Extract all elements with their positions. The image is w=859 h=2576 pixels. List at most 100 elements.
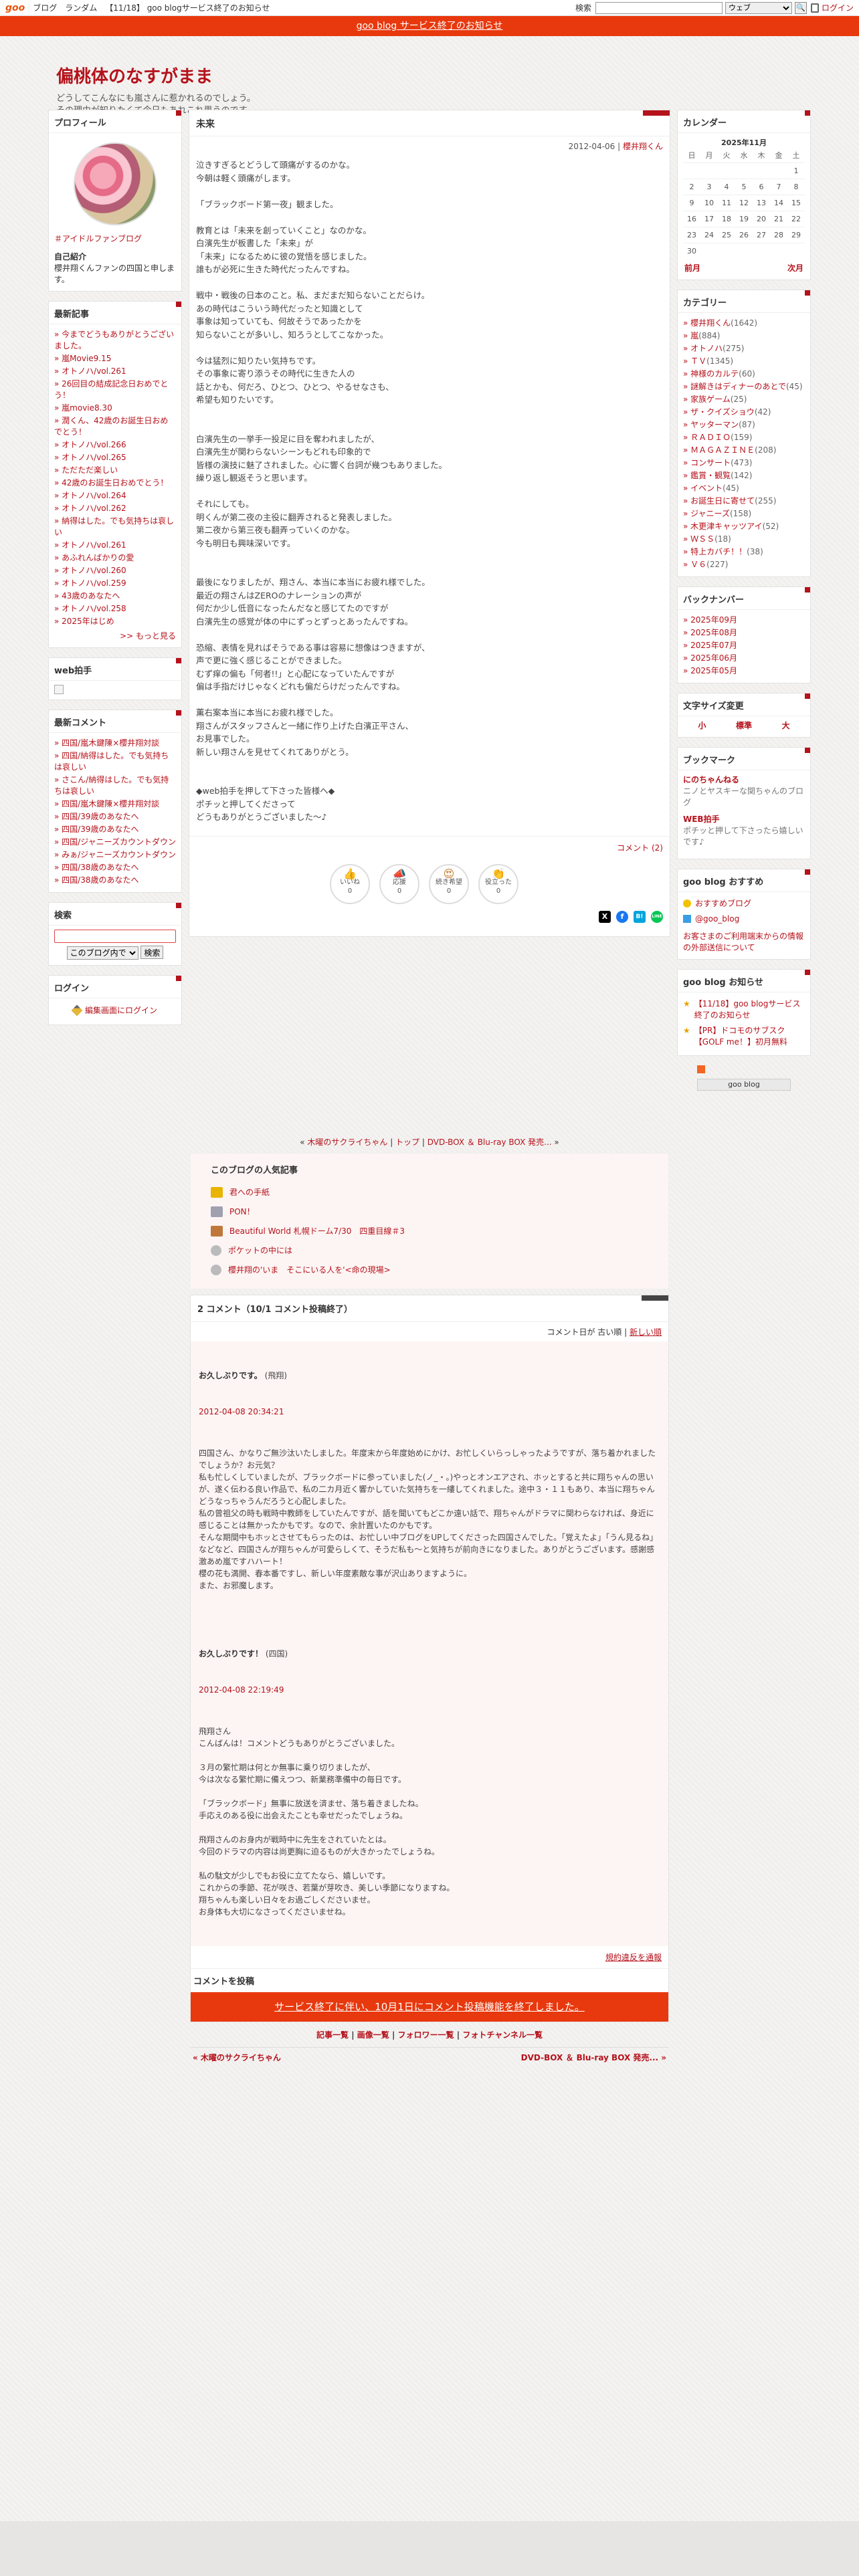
login-link[interactable]: ログイン (810, 2, 854, 13)
service-end-link[interactable]: goo blog サービス終了のお知らせ (357, 21, 503, 31)
articles-list-link[interactable]: 記事一覧 (316, 2030, 349, 2040)
line-share-icon[interactable]: LINE (651, 910, 663, 923)
report-link[interactable]: 規約違反を通報 (605, 1953, 662, 1962)
images-list-link[interactable]: 画像一覧 (357, 2030, 389, 2040)
category-name[interactable]: 木更津キャッツアイ (690, 522, 762, 531)
category-name[interactable]: 謎解きはディナーのあとで (690, 382, 786, 391)
comment-count-link[interactable]: コメント (2) (617, 843, 663, 853)
list-item[interactable]: 2025年はじめ (54, 615, 176, 628)
list-item[interactable]: あふれんばかりの愛 (54, 552, 176, 564)
bookmark-title[interactable]: にのちゃんねる (683, 774, 805, 786)
edit-login-link[interactable]: 編集画面にログイン (54, 1002, 176, 1019)
photo-channel-link[interactable]: フォトチャンネル一覧 (462, 2030, 543, 2040)
pager-prev-link[interactable]: « 木曜のサクライちゃん (193, 2052, 281, 2063)
popular-item[interactable]: ポケットの中には (211, 1241, 648, 1260)
category-name[interactable]: ＴＶ (690, 356, 706, 366)
category-name[interactable]: 嵐 (690, 331, 698, 340)
info-label[interactable]: 【11/18】goo blogサービス終了のお知らせ (694, 998, 805, 1021)
list-item[interactable]: 嵐Movie9.15 (54, 352, 176, 365)
list-item[interactable]: 四国/嵐木鍵陳×櫻井翔対談 (54, 737, 176, 750)
category-item[interactable]: 神様のカルテ(60) (683, 368, 805, 381)
popular-title[interactable]: ポケットの中には (228, 1245, 292, 1256)
goo-logo[interactable]: goo (5, 3, 25, 13)
list-item[interactable]: オトノハ/vol.261 (54, 365, 176, 378)
list-item[interactable]: 四国/ジャニーズカウントダウン (54, 836, 176, 849)
blog-search-input[interactable] (54, 930, 176, 943)
category-name[interactable]: ＲＡＤＩＯ (690, 433, 731, 442)
category-item[interactable]: ザ・クイズショウ(42) (683, 406, 805, 419)
category-name[interactable]: 鑑賞・観覧 (690, 471, 731, 480)
reaction-helpful[interactable]: 👏 役立った 0 (478, 863, 518, 904)
popular-title[interactable]: 君への手紙 (229, 1186, 270, 1198)
category-item[interactable]: 鑑賞・観覧(142) (683, 469, 805, 482)
x-share-icon[interactable]: X (599, 910, 611, 923)
list-item[interactable]: 四国/38歳のあなたへ (54, 861, 176, 874)
search-icon[interactable]: 🔍 (794, 1, 807, 14)
next-entry-link[interactable]: DVD-BOX ＆ Blu-ray BOX 発売... (427, 1138, 552, 1147)
category-name[interactable]: ＷＳＳ (690, 534, 714, 544)
category-name[interactable]: 特上カバチ！！ (690, 547, 747, 556)
category-item[interactable]: 櫻井翔くん(1642) (683, 317, 805, 330)
category-item[interactable]: お誕生日に寄せて(255) (683, 495, 805, 508)
reaction-want-more[interactable]: 😍 続き希望 0 (429, 863, 469, 904)
web-search-input[interactable] (595, 1, 723, 14)
goo-blog-button[interactable]: goo blog (697, 1079, 791, 1091)
popular-item[interactable]: Beautiful World 札幌ドーム7/30 四重目線＃3 (211, 1221, 648, 1241)
list-item[interactable]: 四国/嵐木鍵陳×櫻井翔対談 (54, 798, 176, 811)
reaction-like[interactable]: 👍 いいね 0 (330, 863, 370, 904)
category-item[interactable]: コンサート(473) (683, 457, 805, 469)
topbar-link-blog[interactable]: ブログ (33, 2, 57, 13)
popular-title[interactable]: 櫻井翔の'いま そこにいる人を'<命の現場> (228, 1264, 391, 1275)
list-item[interactable]: 潤くん、42歳のお誕生日おめでとう！ (54, 415, 176, 439)
category-item[interactable]: オトノハ(275) (683, 342, 805, 355)
list-item[interactable]: オトノハ/vol.261 (54, 539, 176, 552)
list-item[interactable]: 納得はした。でも気持ちは哀しい (54, 515, 176, 539)
comments-closed-text[interactable]: サービス終了に伴い、10月1日にコメント投稿機能を終了しました。 (274, 2001, 585, 2013)
topbar-link-notice[interactable]: 【11/18】 goo blogサービス終了のお知らせ (105, 2, 270, 13)
list-item[interactable]: オトノハ/vol.260 (54, 564, 176, 577)
top-link[interactable]: トップ (395, 1138, 419, 1147)
category-name[interactable]: ザ・クイズショウ (690, 407, 755, 417)
font-large-button[interactable]: 大 (782, 720, 790, 732)
blog-search-scope[interactable]: このブログ内で (66, 946, 138, 960)
category-name[interactable]: コンサート (690, 458, 731, 467)
category-item[interactable]: 謎解きはディナーのあとで(45) (683, 381, 805, 393)
category-item[interactable]: 家族ゲーム(25) (683, 393, 805, 406)
popular-item[interactable]: PON！ (211, 1202, 648, 1221)
sort-newest-link[interactable]: 新しい順 (630, 1327, 662, 1337)
list-item[interactable]: オトノハ/vol.266 (54, 439, 176, 451)
category-item[interactable]: ＭＡＧＡＺＩＮＥ(208) (683, 444, 805, 457)
info-item[interactable]: ★ 【PR】ドコモのサブスク【GOLF me！】初月無料 (683, 1023, 805, 1050)
info-label[interactable]: 【PR】ドコモのサブスク【GOLF me！】初月無料 (694, 1025, 805, 1048)
list-item[interactable]: 43歳のあなたへ (54, 590, 176, 603)
prev-month-link[interactable]: 前月 (684, 263, 700, 274)
recommend-item[interactable]: おすすめブログ (683, 896, 805, 911)
list-item[interactable]: 2025年09月 (683, 614, 805, 627)
category-item[interactable]: 嵐(884) (683, 330, 805, 342)
list-item[interactable]: みぁ/ジャニーズカウントダウン (54, 849, 176, 861)
facebook-share-icon[interactable]: f (616, 910, 628, 923)
recommend-item[interactable]: @goo_blog (683, 911, 805, 927)
category-name[interactable]: 櫻井翔くん (690, 318, 731, 328)
category-item[interactable]: ＴＶ(1345) (683, 355, 805, 368)
list-item[interactable]: オトノハ/vol.262 (54, 502, 176, 515)
font-small-button[interactable]: 小 (698, 720, 706, 732)
list-item[interactable]: 2025年08月 (683, 627, 805, 639)
sort-oldest[interactable]: 古い順 (597, 1327, 622, 1337)
list-item[interactable]: 四国/38歳のあなたへ (54, 874, 176, 887)
avatar[interactable] (74, 142, 157, 225)
pager-next-link[interactable]: DVD-BOX ＆ Blu-ray BOX 発売... » (521, 2052, 666, 2063)
font-standard-button[interactable]: 標準 (736, 720, 752, 732)
category-item[interactable]: Ｖ６(227) (683, 558, 805, 571)
list-item[interactable]: オトノハ/vol.265 (54, 451, 176, 464)
blog-title[interactable]: 偏桃体のなすがまま (56, 63, 811, 88)
list-item[interactable]: 四国/39歳のあなたへ (54, 823, 176, 836)
list-item[interactable]: 2025年06月 (683, 652, 805, 665)
category-name[interactable]: ＭＡＧＡＺＩＮＥ (690, 445, 755, 455)
profile-tag[interactable]: ＃アイドルファンブログ (54, 233, 176, 245)
popular-title[interactable]: Beautiful World 札幌ドーム7/30 四重目線＃3 (229, 1225, 405, 1237)
category-item[interactable]: ヤッターマン(87) (683, 419, 805, 431)
category-name[interactable]: イベント (690, 484, 723, 493)
category-item[interactable]: 特上カバチ！！(38) (683, 546, 805, 558)
followers-list-link[interactable]: フォロワー一覧 (398, 2030, 454, 2040)
